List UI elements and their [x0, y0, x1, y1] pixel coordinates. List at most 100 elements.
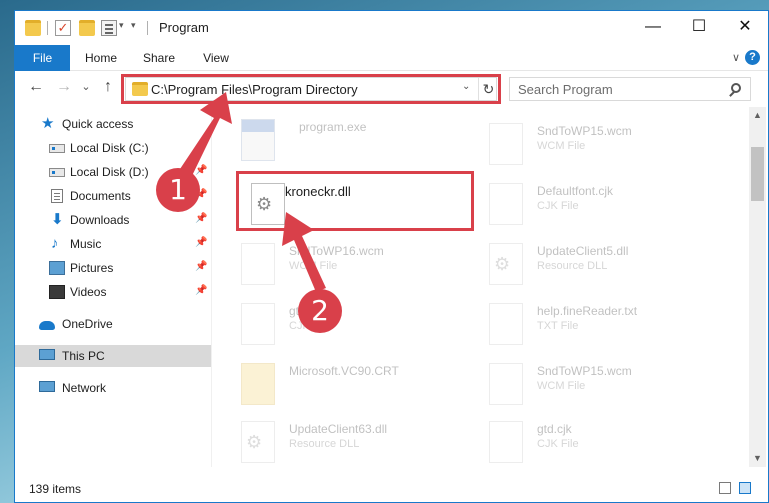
file-name: SndToWP16.wcm	[289, 244, 384, 258]
expand-ribbon-icon[interactable]: ∨	[732, 51, 740, 64]
sidebar-item-onedrive[interactable]: OneDrive	[15, 313, 211, 335]
toolbar-separator	[47, 21, 48, 35]
maximize-button[interactable]: ☐	[676, 11, 722, 43]
file-type: Resource DLL	[289, 438, 360, 450]
callout-step-2: 2	[298, 289, 342, 333]
list-item[interactable]: UpdateClient63.dll Resource DLL	[221, 415, 461, 467]
scroll-thumb[interactable]	[751, 147, 764, 201]
sidebar-item-downloads[interactable]: ⬇ Downloads 📌	[15, 209, 211, 231]
sidebar-item-videos[interactable]: Videos 📌	[15, 281, 211, 303]
list-item[interactable]: program.exe	[221, 113, 461, 171]
list-item[interactable]: UpdateClient5.dll Resource DLL	[469, 237, 709, 295]
folder-icon	[132, 82, 148, 96]
file-name: help.fineReader.txt	[537, 304, 638, 318]
large-icons-view-button[interactable]	[739, 482, 751, 494]
file-type: TXT File	[537, 320, 579, 332]
chevron-down-icon[interactable]: ⌄	[462, 81, 470, 92]
file-icon	[489, 363, 523, 405]
tab-home[interactable]: Home	[81, 45, 121, 71]
sidebar-item-label: Documents	[70, 189, 131, 203]
dll-file-icon	[251, 183, 285, 225]
sidebar-item-label: Videos	[70, 285, 107, 299]
file-type: Resource DLL	[537, 260, 608, 272]
search-icon[interactable]	[731, 83, 741, 93]
list-item[interactable]: Microsoft.VC90.CRT	[221, 357, 461, 415]
downloads-icon: ⬇	[51, 211, 64, 228]
sidebar-item-quick-access[interactable]: ★ Quick access	[15, 113, 211, 135]
tab-file[interactable]: File	[15, 45, 70, 71]
tab-view[interactable]: View	[197, 45, 235, 71]
file-name: SndToWP15.wcm	[537, 364, 632, 378]
close-button[interactable]: ✕	[722, 11, 768, 43]
new-folder-icon[interactable]	[79, 20, 95, 36]
sidebar-item-network[interactable]: Network	[15, 377, 211, 399]
tab-share[interactable]: Share	[139, 45, 179, 71]
file-name: program.exe	[299, 120, 367, 134]
file-icon	[489, 123, 523, 165]
file-explorer-window: ✓ ▾ ▾ Program — ☐ ✕ File Home Share View…	[14, 10, 769, 503]
sidebar-item-label: Music	[70, 237, 102, 251]
address-bar[interactable]: C:\Program Files\Program Directory ⌄ ↻	[125, 77, 497, 101]
sidebar-item-label: This PC	[62, 349, 105, 363]
item-count: 139 items	[29, 482, 82, 496]
up-button[interactable]: ↑	[99, 77, 117, 97]
vertical-scrollbar[interactable]: ▲ ▼	[749, 107, 766, 467]
chevron-down-icon[interactable]: ▾	[119, 20, 124, 31]
list-item[interactable]: SndToWP16.wcm WCM File	[221, 237, 461, 295]
sidebar-item-music[interactable]: ♪ Music 📌	[15, 233, 211, 255]
sidebar-item-pictures[interactable]: Pictures 📌	[15, 257, 211, 279]
pin-icon[interactable]: 📌	[195, 237, 207, 248]
navigation-pane: ★ Quick access Local Disk (C:) 📌 Local D…	[15, 107, 212, 467]
sidebar-item-local-disk-c[interactable]: Local Disk (C:) 📌	[15, 137, 211, 159]
pane-divider[interactable]	[211, 107, 212, 467]
details-view-button[interactable]	[719, 482, 731, 494]
status-bar: 139 items	[15, 473, 768, 502]
file-type: WCM File	[289, 260, 338, 272]
window-title: Program	[159, 20, 209, 35]
cloud-icon	[39, 321, 55, 330]
file-name: gtd.cjk	[537, 422, 572, 436]
file-name: kroneckr.dll	[285, 184, 351, 199]
scroll-down-button[interactable]: ▼	[749, 450, 766, 467]
recent-locations-button[interactable]: ⌄	[79, 77, 93, 97]
forward-button[interactable]: →	[55, 77, 73, 97]
dll-file-icon	[241, 421, 275, 463]
list-item[interactable]: gtd.cjk CJK File	[469, 415, 709, 467]
search-box[interactable]: Search Program	[509, 77, 751, 101]
pin-icon[interactable]: 📌	[195, 261, 207, 272]
sidebar-item-label: Network	[62, 381, 107, 395]
disk-icon	[49, 144, 65, 153]
callout-step-1: 1	[156, 168, 200, 212]
minimize-button[interactable]: —	[630, 11, 676, 43]
network-icon	[39, 381, 55, 392]
list-item[interactable]: help.fineReader.txt TXT File	[469, 297, 709, 355]
sidebar-item-label: Local Disk (C:)	[70, 141, 149, 155]
help-icon[interactable]: ?	[745, 50, 760, 65]
music-icon: ♪	[51, 235, 59, 252]
file-name: Defaultfont.cjk	[537, 184, 614, 198]
file-type: WCM File	[537, 140, 586, 152]
address-path[interactable]: C:\Program Files\Program Directory	[151, 82, 358, 97]
customize-toolbar-icon[interactable]: ▾	[131, 20, 136, 31]
checkmark-icon[interactable]: ✓	[55, 20, 71, 36]
pin-icon[interactable]: 📌	[195, 213, 207, 224]
list-item[interactable]: Defaultfont.cjk CJK File	[469, 177, 709, 235]
list-item[interactable]: SndToWP15.wcm WCM File	[469, 117, 709, 175]
search-input[interactable]: Search Program	[518, 82, 613, 97]
sidebar-item-this-pc[interactable]: This PC	[15, 345, 211, 367]
sidebar-item-label: Pictures	[70, 261, 114, 275]
pin-icon[interactable]: 📌	[195, 141, 207, 152]
properties-icon[interactable]	[101, 20, 117, 36]
list-item-kroneckr-dll[interactable]: kroneckr.dll	[231, 177, 471, 235]
list-item[interactable]: SndToWP15.wcm WCM File	[469, 357, 709, 415]
scroll-up-button[interactable]: ▲	[749, 107, 766, 124]
pin-icon[interactable]: 📌	[195, 285, 207, 296]
file-icon	[241, 243, 275, 285]
sidebar-item-label: OneDrive	[62, 317, 113, 331]
back-button[interactable]: ←	[27, 77, 45, 97]
file-icon	[489, 421, 523, 463]
refresh-button[interactable]: ↻	[478, 78, 498, 100]
pin-icon[interactable]: 📌	[195, 165, 207, 176]
sidebar-item-label: Downloads	[70, 213, 130, 227]
folder-icon	[25, 20, 41, 36]
